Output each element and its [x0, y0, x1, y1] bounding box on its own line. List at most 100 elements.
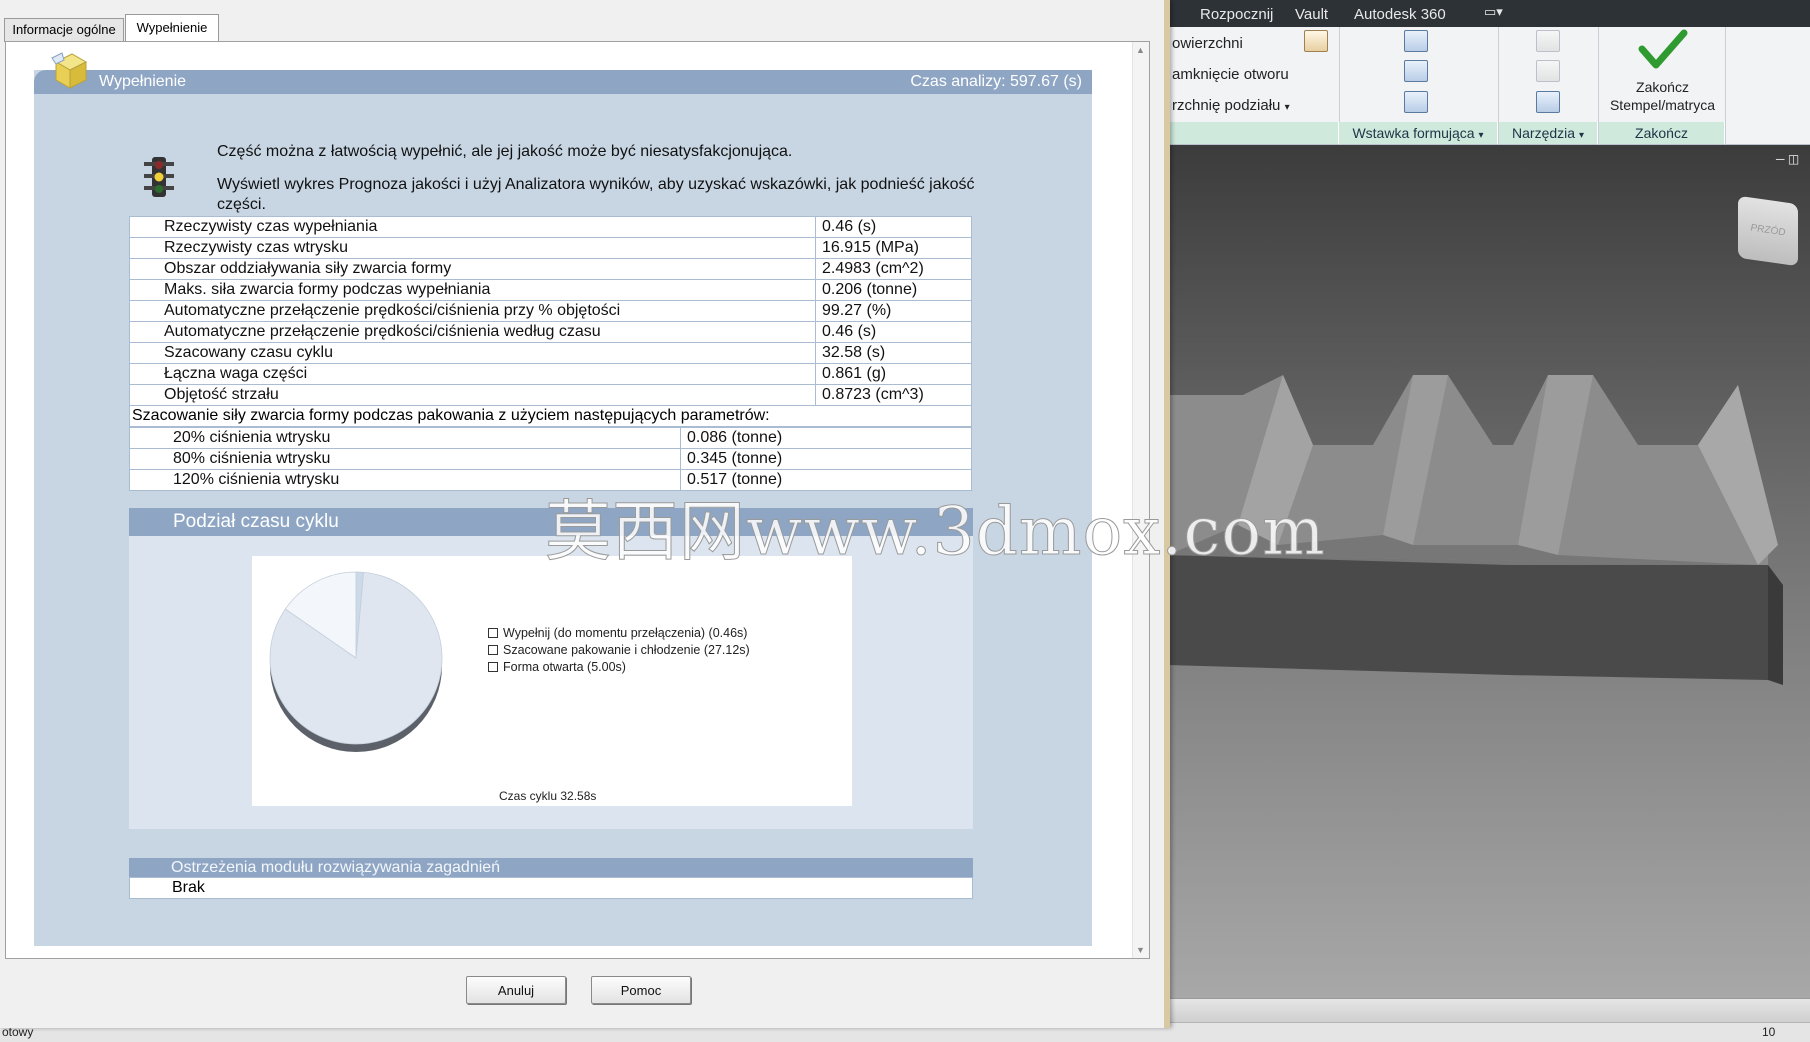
legend-item: Forma otwarta (5.00s) — [488, 660, 626, 674]
traffic-light-icon — [144, 157, 174, 197]
camera-icon[interactable]: ▭▾ — [1484, 4, 1503, 20]
clamp-force-label: 120% ciśnienia wtrysku — [129, 469, 681, 491]
legend-swatch — [488, 628, 498, 638]
analysis-time: Czas analizy: 597.67 (s) — [910, 73, 1082, 90]
result-row: Rzeczywisty czas wypełniania 0.46 (s) — [129, 216, 972, 238]
ribbon-tab-start[interactable]: Rozpocznij — [1200, 6, 1273, 23]
quality-advice-message: Wyświetl wykres Prognoza jakości i użyj … — [217, 176, 975, 213]
cancel-button[interactable]: Anuluj — [466, 976, 566, 1004]
fill-summary-message: Część można z łatwością wypełnić, ale je… — [217, 143, 793, 160]
result-row: Automatyczne przełączenie prędkości/ciśn… — [129, 300, 972, 322]
insert-move-icon[interactable] — [1404, 91, 1428, 113]
result-value: 16.915 (MPa) — [815, 237, 972, 259]
panel-title-core-insert-label: Wstawka formująca — [1352, 125, 1475, 141]
result-label: Rzeczywisty czas wypełniania — [129, 216, 816, 238]
legend-label: Forma otwarta (5.00s) — [503, 660, 626, 674]
result-value: 2.4983 (cm^2) — [815, 258, 972, 280]
vertical-scrollbar[interactable]: ▲ ▼ — [1132, 42, 1149, 958]
legend-swatch — [488, 662, 498, 672]
viewcube[interactable]: PRZÓD — [1738, 195, 1798, 267]
result-label: Łączna waga części — [129, 363, 816, 385]
result-value: 0.46 (s) — [815, 216, 972, 238]
tab-fill[interactable]: Wypełnienie — [125, 14, 219, 42]
cycle-time-total: Czas cyklu 32.58s — [499, 789, 597, 803]
dropdown-arrow-icon: ▾ — [1284, 102, 1290, 113]
viewport-window-buttons[interactable]: ─ ◫ — [1776, 152, 1799, 166]
ribbon-tab-vault[interactable]: Vault — [1295, 6, 1328, 23]
ribbon-tab-autodesk-360[interactable]: Autodesk 360 — [1354, 6, 1446, 23]
clamp-force-table: 20% ciśnienia wtrysku 0.086 (tonne) 80% ci… — [129, 427, 972, 491]
checkmark-icon — [1638, 29, 1688, 69]
ribbon-item-parting-surface-label: rzchnię podziału — [1172, 97, 1281, 114]
insert-core-icon[interactable] — [1404, 30, 1428, 52]
result-row: Automatyczne przełączenie prędkości/ciśn… — [129, 321, 972, 343]
result-label: Maks. siła zwarcia formy podczas wypełni… — [129, 279, 816, 301]
clamp-force-row: 20% ciśnienia wtrysku 0.086 (tonne) — [129, 427, 972, 449]
finish-label-2: Stempel/matryca — [1609, 97, 1716, 113]
result-label: Rzeczywisty czas wtrysku — [129, 237, 816, 259]
result-value: 0.8723 (cm^3) — [815, 384, 972, 406]
scroll-down-icon[interactable]: ▼ — [1136, 945, 1145, 955]
tab-general-info[interactable]: Informacje ogólne — [4, 18, 124, 42]
clamp-force-label: 20% ciśnienia wtrysku — [129, 427, 681, 449]
clamp-force-value: 0.517 (tonne) — [680, 469, 972, 491]
report-title: Wypełnienie — [99, 73, 187, 90]
result-value: 99.27 (%) — [815, 300, 972, 322]
result-label: Szacowany czasu cyklu — [129, 342, 816, 364]
legend-label: Wypełnij (do momentu przełączenia) (0.46… — [503, 626, 748, 640]
result-row: Objętość strzału 0.8723 (cm^3) — [129, 384, 972, 406]
eraser-icon[interactable] — [1304, 30, 1328, 52]
pie-chart — [269, 571, 443, 752]
analysis-dialog: Informacje ogólne Wypełnienie Wypełnieni… — [0, 0, 1170, 1028]
finish-core-cavity-button[interactable]: Zakończ Stempel/matryca — [1600, 27, 1725, 122]
legend-label: Szacowane pakowanie i chłodzenie (27.12s… — [503, 643, 750, 657]
panel-title-tools-label: Narzędzia — [1512, 125, 1576, 141]
result-row: Szacowany czasu cyklu 32.58 (s) — [129, 342, 972, 364]
ribbon-tab-bar: Rozpocznij Vault Autodesk 360 ▭▾ — [1168, 0, 1810, 27]
clamp-force-heading: Szacowanie siły zwarcia formy podczas pa… — [129, 405, 972, 427]
finish-label-1: Zakończ — [1636, 79, 1689, 95]
3d-viewport[interactable]: PRZÓD ─ ◫ — [1168, 145, 1810, 1000]
ribbon-item-surface[interactable]: owierzchni — [1172, 35, 1243, 52]
panel-title-core-insert[interactable]: Wstawka formująca ▾ — [1339, 122, 1498, 144]
result-value: 0.46 (s) — [815, 321, 972, 343]
result-label: Obszar oddziaływania siły zwarcia formy — [129, 258, 816, 280]
result-row: Rzeczywisty czas wtrysku 16.915 (MPa) — [129, 237, 972, 259]
legend-item: Wypełnij (do momentu przełączenia) (0.46… — [488, 626, 747, 640]
ribbon-item-parting-surface[interactable]: rzchnię podziału ▾ — [1172, 97, 1290, 114]
edit-tool-icon[interactable] — [1536, 30, 1560, 52]
cycle-time-chart: Wypełnij (do momentu przełączenia) (0.46… — [252, 556, 852, 806]
clamp-force-value: 0.086 (tonne) — [680, 427, 972, 449]
result-label: Automatyczne przełączenie prędkości/ciśn… — [129, 321, 816, 343]
result-value: 32.58 (s) — [815, 342, 972, 364]
result-label: Objętość strzału — [129, 384, 816, 406]
report-view: Wypełnienie Czas analizy: 597.67 (s) Czę… — [5, 41, 1150, 959]
clamp-force-row: 80% ciśnienia wtrysku 0.345 (tonne) — [129, 448, 972, 470]
clamp-force-label: 80% ciśnienia wtrysku — [129, 448, 681, 470]
scroll-up-icon[interactable]: ▲ — [1136, 45, 1145, 55]
legend-item: Szacowane pakowanie i chłodzenie (27.12s… — [488, 643, 750, 657]
status-number: 10 — [1762, 1025, 1776, 1039]
list-tool-icon[interactable] — [1536, 91, 1560, 113]
result-value: 0.206 (tonne) — [815, 279, 972, 301]
help-button[interactable]: Pomoc — [591, 976, 691, 1004]
legend-swatch — [488, 645, 498, 655]
clamp-force-row: 120% ciśnienia wtrysku 0.517 (tonne) — [129, 469, 972, 491]
inspect-tool-icon[interactable] — [1536, 60, 1560, 82]
result-row: Obszar oddziaływania siły zwarcia formy 2… — [129, 258, 972, 280]
viewport-tab-bar — [1168, 998, 1810, 1022]
solver-warnings-header: Ostrzeżenia modułu rozwiązywania zagadni… — [129, 858, 973, 877]
cycle-time-section-header: Podział czasu cyklu — [129, 508, 973, 536]
panel-title-tools[interactable]: Narzędzia ▾ — [1499, 122, 1598, 144]
result-row: Łączna waga części 0.861 (g) — [129, 363, 972, 385]
result-value: 0.861 (g) — [815, 363, 972, 385]
insert-cavity-icon[interactable] — [1404, 60, 1428, 82]
solver-warnings-value: Brak — [129, 877, 973, 899]
dropdown-arrow-icon: ▾ — [1478, 130, 1484, 141]
report-header: Wypełnienie Czas analizy: 597.67 (s) — [34, 70, 1092, 94]
part-icon — [51, 52, 88, 89]
result-row: Maks. siła zwarcia formy podczas wypełni… — [129, 279, 972, 301]
gear-rack-model — [1168, 375, 1783, 685]
cycle-time-panel: Wypełnij (do momentu przełączenia) (0.46… — [129, 536, 973, 829]
ribbon-item-patch[interactable]: amknięcie otworu — [1172, 66, 1289, 83]
